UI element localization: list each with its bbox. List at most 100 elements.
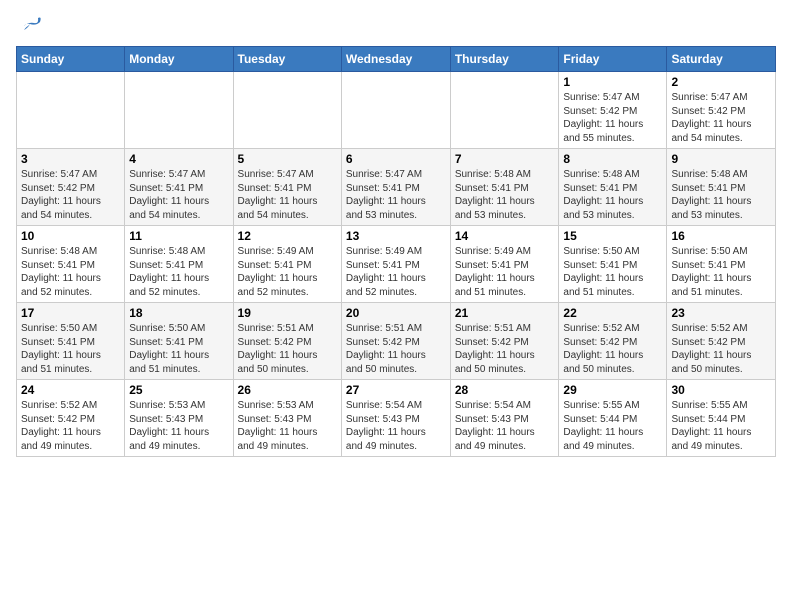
weekday-header-friday: Friday	[559, 47, 667, 72]
day-info: Sunrise: 5:53 AM Sunset: 5:43 PM Dayligh…	[238, 399, 337, 453]
day-number: 25	[129, 383, 228, 397]
day-info: Sunrise: 5:51 AM Sunset: 5:42 PM Dayligh…	[455, 322, 555, 376]
day-number: 4	[129, 152, 228, 166]
day-info: Sunrise: 5:48 AM Sunset: 5:41 PM Dayligh…	[129, 245, 228, 299]
calendar-week-row: 17 Sunrise: 5:50 AM Sunset: 5:41 PM Dayli…	[17, 303, 776, 380]
day-info: Sunrise: 5:55 AM Sunset: 5:44 PM Dayligh…	[671, 399, 771, 453]
calendar-cell: 22 Sunrise: 5:52 AM Sunset: 5:42 PM Dayli…	[559, 303, 667, 380]
day-number: 26	[238, 383, 337, 397]
calendar-cell: 26 Sunrise: 5:53 AM Sunset: 5:43 PM Dayli…	[233, 380, 341, 457]
day-number: 8	[563, 152, 662, 166]
calendar-cell: 28Sunrise: 5:54 AM Sunset: 5:43 PM Dayli…	[450, 380, 559, 457]
calendar-cell: 9 Sunrise: 5:48 AM Sunset: 5:41 PM Daylig…	[667, 149, 776, 226]
day-number: 20	[346, 306, 446, 320]
day-number: 1	[563, 75, 662, 89]
weekday-header-tuesday: Tuesday	[233, 47, 341, 72]
calendar-cell: 25 Sunrise: 5:53 AM Sunset: 5:43 PM Dayli…	[125, 380, 233, 457]
day-info: Sunrise: 5:48 AM Sunset: 5:41 PM Dayligh…	[671, 168, 771, 222]
calendar-cell: 27 Sunrise: 5:54 AM Sunset: 5:43 PM Dayli…	[341, 380, 450, 457]
calendar-cell	[233, 72, 341, 149]
calendar-week-row: 1 Sunrise: 5:47 AM Sunset: 5:42 PM Daylig…	[17, 72, 776, 149]
calendar-week-row: 3Sunrise: 5:47 AM Sunset: 5:42 PM Daylig…	[17, 149, 776, 226]
calendar-cell: 5 Sunrise: 5:47 AM Sunset: 5:41 PM Daylig…	[233, 149, 341, 226]
day-number: 12	[238, 229, 337, 243]
day-number: 2	[671, 75, 771, 89]
weekday-header-row: SundayMondayTuesdayWednesdayThursdayFrid…	[17, 47, 776, 72]
day-number: 15	[563, 229, 662, 243]
calendar-cell: 29 Sunrise: 5:55 AM Sunset: 5:44 PM Dayli…	[559, 380, 667, 457]
day-number: 10	[21, 229, 120, 243]
calendar-cell: 15Sunrise: 5:50 AM Sunset: 5:41 PM Dayli…	[559, 226, 667, 303]
day-info: Sunrise: 5:49 AM Sunset: 5:41 PM Dayligh…	[455, 245, 555, 299]
day-number: 7	[455, 152, 555, 166]
day-info: Sunrise: 5:48 AM Sunset: 5:41 PM Dayligh…	[21, 245, 120, 299]
day-info: Sunrise: 5:48 AM Sunset: 5:41 PM Dayligh…	[455, 168, 555, 222]
day-info: Sunrise: 5:49 AM Sunset: 5:41 PM Dayligh…	[238, 245, 337, 299]
weekday-header-thursday: Thursday	[450, 47, 559, 72]
calendar-cell: 20Sunrise: 5:51 AM Sunset: 5:42 PM Dayli…	[341, 303, 450, 380]
page-header	[16, 16, 776, 34]
calendar-cell: 18Sunrise: 5:50 AM Sunset: 5:41 PM Dayli…	[125, 303, 233, 380]
day-info: Sunrise: 5:52 AM Sunset: 5:42 PM Dayligh…	[563, 322, 662, 376]
day-number: 23	[671, 306, 771, 320]
calendar-cell: 3Sunrise: 5:47 AM Sunset: 5:42 PM Daylig…	[17, 149, 125, 226]
calendar-cell	[450, 72, 559, 149]
weekday-header-saturday: Saturday	[667, 47, 776, 72]
calendar-table: SundayMondayTuesdayWednesdayThursdayFrid…	[16, 46, 776, 457]
calendar-cell: 24 Sunrise: 5:52 AM Sunset: 5:42 PM Dayli…	[17, 380, 125, 457]
day-info: Sunrise: 5:47 AM Sunset: 5:42 PM Dayligh…	[671, 91, 771, 145]
logo-bird-icon	[20, 16, 42, 34]
day-number: 16	[671, 229, 771, 243]
calendar-cell: 4 Sunrise: 5:47 AM Sunset: 5:41 PM Daylig…	[125, 149, 233, 226]
day-number: 30	[671, 383, 771, 397]
weekday-header-wednesday: Wednesday	[341, 47, 450, 72]
day-info: Sunrise: 5:50 AM Sunset: 5:41 PM Dayligh…	[671, 245, 771, 299]
logo	[16, 16, 44, 34]
day-info: Sunrise: 5:52 AM Sunset: 5:42 PM Dayligh…	[21, 399, 120, 453]
day-info: Sunrise: 5:50 AM Sunset: 5:41 PM Dayligh…	[21, 322, 120, 376]
day-number: 9	[671, 152, 771, 166]
day-number: 28	[455, 383, 555, 397]
day-info: Sunrise: 5:54 AM Sunset: 5:43 PM Dayligh…	[346, 399, 446, 453]
calendar-cell: 6 Sunrise: 5:47 AM Sunset: 5:41 PM Daylig…	[341, 149, 450, 226]
calendar-cell: 12 Sunrise: 5:49 AM Sunset: 5:41 PM Dayli…	[233, 226, 341, 303]
calendar-week-row: 10 Sunrise: 5:48 AM Sunset: 5:41 PM Dayli…	[17, 226, 776, 303]
day-info: Sunrise: 5:48 AM Sunset: 5:41 PM Dayligh…	[563, 168, 662, 222]
calendar-cell: 21 Sunrise: 5:51 AM Sunset: 5:42 PM Dayli…	[450, 303, 559, 380]
day-info: Sunrise: 5:55 AM Sunset: 5:44 PM Dayligh…	[563, 399, 662, 453]
calendar-cell: 19Sunrise: 5:51 AM Sunset: 5:42 PM Dayli…	[233, 303, 341, 380]
day-number: 17	[21, 306, 120, 320]
day-info: Sunrise: 5:47 AM Sunset: 5:41 PM Dayligh…	[238, 168, 337, 222]
day-number: 13	[346, 229, 446, 243]
day-info: Sunrise: 5:47 AM Sunset: 5:41 PM Dayligh…	[346, 168, 446, 222]
day-number: 27	[346, 383, 446, 397]
weekday-header-monday: Monday	[125, 47, 233, 72]
calendar-cell: 7 Sunrise: 5:48 AM Sunset: 5:41 PM Daylig…	[450, 149, 559, 226]
day-number: 24	[21, 383, 120, 397]
day-info: Sunrise: 5:52 AM Sunset: 5:42 PM Dayligh…	[671, 322, 771, 376]
day-number: 29	[563, 383, 662, 397]
calendar-cell: 13 Sunrise: 5:49 AM Sunset: 5:41 PM Dayli…	[341, 226, 450, 303]
calendar-cell: 16 Sunrise: 5:50 AM Sunset: 5:41 PM Dayli…	[667, 226, 776, 303]
calendar-cell	[125, 72, 233, 149]
day-info: Sunrise: 5:47 AM Sunset: 5:41 PM Dayligh…	[129, 168, 228, 222]
day-number: 5	[238, 152, 337, 166]
calendar-week-row: 24 Sunrise: 5:52 AM Sunset: 5:42 PM Dayli…	[17, 380, 776, 457]
day-number: 21	[455, 306, 555, 320]
day-number: 22	[563, 306, 662, 320]
calendar-cell: 17 Sunrise: 5:50 AM Sunset: 5:41 PM Dayli…	[17, 303, 125, 380]
calendar-cell	[341, 72, 450, 149]
calendar-cell: 1 Sunrise: 5:47 AM Sunset: 5:42 PM Daylig…	[559, 72, 667, 149]
weekday-header-sunday: Sunday	[17, 47, 125, 72]
day-number: 6	[346, 152, 446, 166]
calendar-cell: 30 Sunrise: 5:55 AM Sunset: 5:44 PM Dayli…	[667, 380, 776, 457]
day-number: 18	[129, 306, 228, 320]
calendar-cell: 8 Sunrise: 5:48 AM Sunset: 5:41 PM Daylig…	[559, 149, 667, 226]
calendar-cell: 14Sunrise: 5:49 AM Sunset: 5:41 PM Dayli…	[450, 226, 559, 303]
day-info: Sunrise: 5:47 AM Sunset: 5:42 PM Dayligh…	[21, 168, 120, 222]
calendar-cell: 10 Sunrise: 5:48 AM Sunset: 5:41 PM Dayli…	[17, 226, 125, 303]
day-info: Sunrise: 5:53 AM Sunset: 5:43 PM Dayligh…	[129, 399, 228, 453]
day-info: Sunrise: 5:49 AM Sunset: 5:41 PM Dayligh…	[346, 245, 446, 299]
day-number: 19	[238, 306, 337, 320]
day-info: Sunrise: 5:47 AM Sunset: 5:42 PM Dayligh…	[563, 91, 662, 145]
